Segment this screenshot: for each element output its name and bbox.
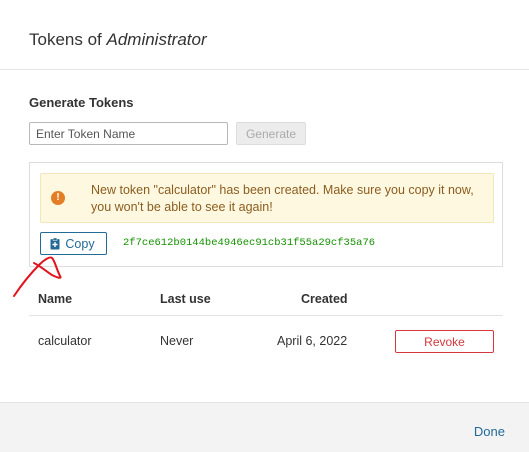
col-header-last-use: Last use: [160, 292, 211, 306]
token-result-panel: ! New token "calculator" has been create…: [29, 162, 503, 267]
clipboard-icon: [50, 237, 60, 249]
revoke-button[interactable]: Revoke: [395, 330, 494, 353]
token-name-cell: calculator: [38, 334, 92, 348]
exclamation-icon: !: [51, 191, 65, 205]
generate-button[interactable]: Generate: [236, 122, 306, 145]
col-header-created: Created: [301, 292, 348, 306]
copy-token-button[interactable]: Copy: [40, 232, 107, 255]
tokens-dialog: Tokens of Administrator Generate Tokens …: [0, 0, 529, 452]
generate-tokens-heading: Generate Tokens: [29, 95, 134, 110]
done-link[interactable]: Done: [474, 424, 505, 439]
token-value[interactable]: 2f7ce612b0144be4946ec91cb31f55a29cf35a76: [123, 237, 375, 249]
copy-button-label: Copy: [65, 236, 95, 251]
tokens-table-header: Name Last use Created: [29, 284, 503, 316]
dialog-header: Tokens of Administrator: [0, 0, 529, 70]
created-cell: April 6, 2022: [277, 334, 348, 348]
token-name-input[interactable]: [29, 122, 228, 145]
last-use-cell: Never: [160, 334, 194, 348]
warning-message: New token "calculator" has been created.…: [91, 183, 474, 214]
dialog-footer: Done: [0, 402, 529, 452]
col-header-name: Name: [38, 292, 73, 306]
token-created-warning: ! New token "calculator" has been create…: [40, 173, 494, 223]
table-row: calculator Never April 6, 2022 Revoke: [29, 318, 503, 364]
title-prefix: Tokens of: [29, 30, 102, 49]
title-user: Administrator: [106, 30, 207, 49]
dialog-title: Tokens of Administrator: [29, 30, 207, 50]
